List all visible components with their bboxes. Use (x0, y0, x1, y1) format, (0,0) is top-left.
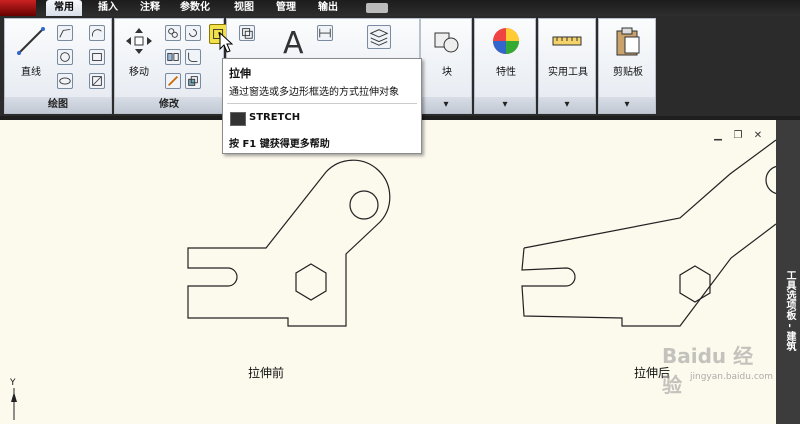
copy-icon[interactable] (165, 25, 181, 41)
block-panel-expander[interactable]: ▾ (421, 97, 471, 113)
layers-icon[interactable] (367, 25, 391, 49)
watermark-url: jingyan.baidu.com (690, 372, 774, 382)
caption-before: 拉伸前 (248, 366, 285, 380)
erase-icon[interactable] (165, 73, 181, 89)
ucs-arrow (11, 392, 17, 402)
watermark-brand: Baidu 经验 (662, 344, 754, 397)
restore-icon[interactable]: ❐ (732, 130, 744, 142)
line-icon[interactable] (15, 25, 47, 57)
properties-icon[interactable] (490, 25, 522, 57)
utilities-panel-expander[interactable]: ▾ (539, 97, 595, 113)
utilities-button-label[interactable]: 实用工具 (539, 63, 597, 78)
application-menu-button[interactable] (0, 0, 36, 16)
close-icon[interactable]: ✕ (752, 130, 764, 142)
mouse-cursor-icon (219, 32, 233, 53)
ellipse-icon[interactable] (57, 73, 73, 89)
tab-output[interactable]: 输出 (310, 0, 346, 16)
tab-annotate[interactable]: 注释 (132, 0, 168, 16)
arc-icon[interactable] (89, 25, 105, 41)
tab-home[interactable]: 常用 (46, 0, 82, 16)
viewport-controls: ▁ ❐ ✕ (712, 130, 772, 144)
move-button-label[interactable]: 移动 (119, 63, 159, 78)
scale-icon[interactable] (185, 73, 201, 89)
properties-button-label[interactable]: 特性 (475, 63, 537, 78)
tab-view[interactable]: 视图 (226, 0, 262, 16)
tool-palette-title: 工具选项板 - 建筑 (784, 270, 795, 352)
part-before-stretch (187, 159, 391, 327)
tooltip-command: STRETCH (249, 112, 301, 123)
block-button-label[interactable]: 块 (421, 63, 473, 78)
watermark: Baidu 经验 jingyan.baidu.com (632, 336, 773, 397)
tab-parametric[interactable]: 参数化 (172, 0, 218, 16)
paste-icon[interactable] (612, 25, 644, 57)
modify-panel: 移动 修改 (114, 18, 229, 114)
tooltip-help: 按 F1 键获得更多帮助 (229, 139, 330, 150)
rotate-icon[interactable] (185, 25, 201, 41)
dimension-icon[interactable] (317, 25, 333, 41)
draw-panel: 直线 绘图 (4, 18, 112, 114)
text-icon[interactable]: A (279, 25, 311, 57)
move-icon[interactable] (123, 25, 155, 57)
stretch-tooltip: 拉伸 通过窗选或多边形框选的方式拉伸对象 STRETCH 按 F1 键获得更多帮… (222, 58, 422, 154)
circle-icon[interactable] (57, 49, 73, 65)
offset-icon[interactable] (239, 25, 255, 41)
block-panel: 块 ▾ (420, 18, 472, 114)
modify-panel-title[interactable]: 修改 (115, 97, 223, 113)
properties-panel-expander[interactable]: ▾ (475, 97, 535, 113)
clipboard-panel: 剪贴板 ▾ (598, 18, 656, 114)
ucs-y-label: Y (10, 378, 16, 388)
draw-panel-title[interactable]: 绘图 (5, 97, 111, 113)
svg-text:A: A (283, 26, 304, 57)
ribbon-minimize-button[interactable] (366, 3, 388, 13)
tooltip-title: 拉伸 (229, 67, 251, 80)
measure-icon[interactable] (551, 25, 583, 57)
tooltip-description: 通过窗选或多边形框选的方式拉伸对象 (229, 87, 399, 98)
tab-insert[interactable]: 插入 (90, 0, 126, 16)
fillet-icon[interactable] (185, 49, 201, 65)
tab-manage[interactable]: 管理 (268, 0, 304, 16)
polyline-icon[interactable] (57, 25, 73, 41)
clipboard-button-label[interactable]: 剪贴板 (599, 63, 657, 78)
tooltip-divider (227, 103, 417, 104)
properties-panel: 特性 ▾ (474, 18, 536, 114)
mirror-icon[interactable] (165, 49, 181, 65)
command-icon (230, 112, 246, 126)
hatch-icon[interactable] (89, 73, 105, 89)
line-button-label[interactable]: 直线 (11, 63, 51, 78)
rectangle-icon[interactable] (89, 49, 105, 65)
part-after-stretch (521, 139, 776, 327)
block-icon[interactable] (431, 25, 463, 57)
clipboard-panel-expander[interactable]: ▾ (599, 97, 655, 113)
minimize-icon[interactable]: ▁ (712, 130, 724, 142)
utilities-panel: 实用工具 ▾ (538, 18, 596, 114)
